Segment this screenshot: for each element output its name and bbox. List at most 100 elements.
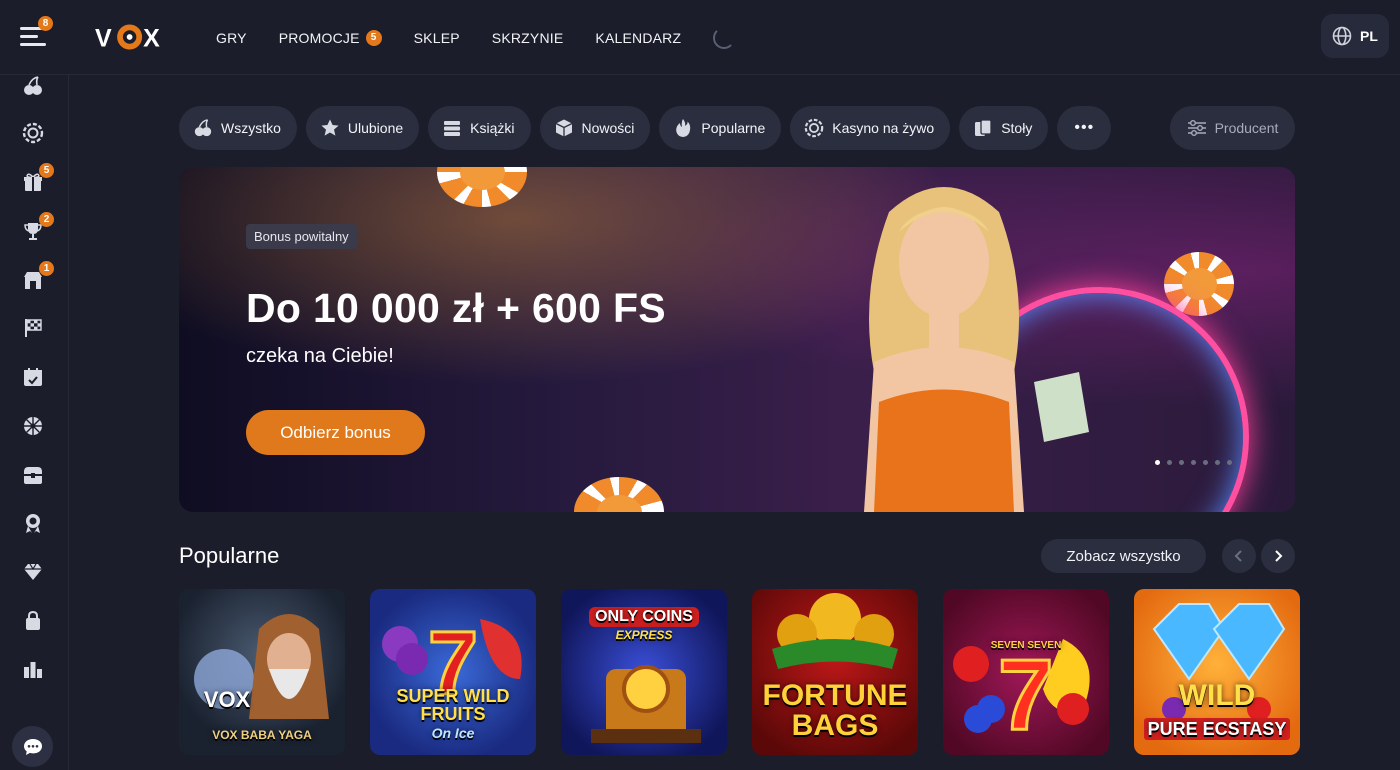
carousel-dot[interactable] [1191, 460, 1196, 465]
wheel-icon [24, 417, 42, 435]
game-tile[interactable]: FORTUNE BAGS [752, 589, 918, 755]
game-tile[interactable]: 7 SUPER WILD FRUITS On Ice [370, 589, 536, 755]
more-filters-button[interactable]: ••• [1057, 106, 1112, 150]
fire-icon [676, 119, 691, 137]
loading-spinner-icon [713, 26, 736, 49]
sidebar-item-achievements[interactable] [22, 512, 44, 534]
shop-badge: 1 [39, 261, 54, 276]
filter-new[interactable]: Nowości [539, 106, 651, 150]
sidebar-item-chests[interactable] [22, 464, 44, 486]
carousel-dot[interactable] [1215, 460, 1220, 465]
books-icon [444, 121, 461, 136]
sidebar-item-leaderboard[interactable] [22, 659, 44, 681]
game-title-text: VOX BABA YAGA [212, 728, 312, 742]
chevron-left-icon [1234, 550, 1242, 562]
filter-all-label: Wszystko [221, 120, 281, 136]
game-title: SUPER WILD FRUITS On Ice [370, 687, 536, 755]
game-title: ONLY COINS EXPRESS [589, 589, 699, 643]
sidebar-item-shop[interactable]: 1 [22, 261, 54, 291]
sidebar-item-store[interactable] [22, 610, 44, 632]
top-bar: 8 V X GRY PROMOCJE 5 SKLEP SKRZYNIE KALEN… [0, 0, 1400, 75]
see-all-button[interactable]: Zobacz wszystko [1041, 539, 1206, 573]
category-filters: Wszystko Ulubione Książki Nowości Popula… [179, 106, 1112, 150]
svg-text:X: X [143, 25, 161, 52]
filter-books-label: Książki [470, 120, 515, 136]
game-subtitle-text: EXPRESS [615, 628, 673, 642]
filter-new-label: Nowości [581, 120, 635, 136]
sidebar-item-calendar[interactable] [22, 366, 44, 388]
language-selector[interactable]: PL [1321, 14, 1389, 58]
game-tile[interactable]: WILD PURE ECSTASY [1134, 589, 1300, 755]
sidebar-item-races[interactable] [22, 317, 44, 339]
producer-filter-button[interactable]: Producent [1170, 106, 1295, 150]
carousel-dot[interactable] [1227, 460, 1232, 465]
game-tile[interactable]: VOX VOX BABA YAGA [179, 589, 345, 755]
carousel-prev-button[interactable] [1222, 539, 1256, 573]
game-tile[interactable]: ONLY COINS EXPRESS [561, 589, 727, 755]
gifts-badge: 5 [39, 163, 54, 178]
logo[interactable]: V X [95, 22, 170, 52]
filter-tables[interactable]: Stoły [959, 106, 1049, 150]
sidebar-item-wheel[interactable] [22, 415, 44, 437]
game-subtitle-text: PURE ECSTASY [1143, 718, 1291, 740]
filter-all[interactable]: Wszystko [179, 106, 297, 150]
poker-chip-decoration [437, 167, 527, 207]
nav-chests-label: SKRZYNIE [491, 29, 564, 46]
nav-games[interactable]: GRY [216, 30, 247, 46]
game-title: VOX VOX BABA YAGA [204, 689, 320, 755]
filter-popular[interactable]: Popularne [659, 106, 782, 150]
chat-button[interactable] [12, 726, 53, 767]
nav-shop-label: SKLEP [413, 29, 460, 46]
popular-games-row: VOX VOX BABA YAGA 7 SUPER WILD FRUITS On… [179, 589, 1300, 755]
nav-promotions[interactable]: PROMOCJE 5 [278, 29, 382, 46]
carousel-dot[interactable] [1203, 460, 1208, 465]
bonus-tag: Bonus powitalny [246, 224, 357, 249]
carousel-dots [1155, 460, 1232, 465]
sidebar-item-tournaments[interactable]: 2 [22, 212, 54, 242]
diamond-icon [24, 563, 42, 580]
chevron-right-icon [1275, 550, 1283, 562]
sidebar-item-vip[interactable] [22, 561, 44, 583]
filter-tables-label: Stoły [1001, 120, 1033, 136]
bag-icon [26, 610, 40, 630]
nav-shop[interactable]: SKLEP [414, 30, 460, 46]
sidebar-item-live-casino[interactable] [22, 122, 44, 144]
filter-favorites-label: Ulubione [347, 120, 404, 136]
carousel-dot[interactable] [1167, 460, 1172, 465]
carousel-next-button[interactable] [1261, 539, 1295, 573]
sliders-icon [1187, 120, 1206, 136]
sidebar-item-gifts[interactable]: 5 [22, 163, 54, 193]
carousel-dot[interactable] [1179, 460, 1184, 465]
filter-books[interactable]: Książki [428, 106, 531, 150]
nav-chests[interactable]: SKRZYNIE [492, 30, 564, 46]
section-title-popular: Popularne [179, 543, 280, 568]
cherries-icon [24, 76, 42, 95]
filter-live-casino[interactable]: Kasyno na żywo [790, 106, 951, 150]
filter-popular-label: Popularne [701, 120, 766, 136]
carousel-dot[interactable] [1155, 460, 1160, 465]
menu-icon[interactable]: 8 [20, 16, 53, 48]
claim-bonus-button[interactable]: Odbierz bonus [246, 410, 425, 455]
game-title-text: SUPER WILD FRUITS [396, 686, 510, 724]
cube-icon [555, 119, 572, 137]
filter-favorites[interactable]: Ulubione [305, 106, 420, 150]
banner-headline: Do 10 000 zł + 600 FS [246, 285, 666, 331]
promotions-badge: 5 [365, 29, 382, 46]
sidebar-item-slots[interactable] [22, 75, 44, 97]
main-nav: GRY PROMOCJE 5 SKLEP SKRZYNIE KALENDARZ [216, 0, 736, 75]
game-tile[interactable]: 7 SEVEN SEVEN [943, 589, 1109, 755]
game-title-text: FORTUNE [762, 679, 908, 712]
language-label: PL [1360, 28, 1378, 44]
vox-badge: VOX [203, 687, 251, 712]
promo-banner[interactable]: Bonus powitalny Do 10 000 zł + 600 FS cz… [179, 167, 1295, 512]
nav-games-label: GRY [216, 29, 247, 46]
chat-icon [23, 738, 42, 755]
leaderboard-icon [24, 662, 42, 678]
globe-icon [1332, 26, 1352, 46]
filter-live-casino-label: Kasyno na żywo [832, 120, 935, 136]
banner-subline: czeka na Ciebie! [246, 345, 394, 367]
nav-promotions-label: PROMOCJE [278, 29, 360, 46]
game-title-text: WILD [1178, 679, 1256, 712]
nav-calendar[interactable]: KALENDARZ [595, 30, 681, 46]
game-title-text: SEVEN SEVEN [990, 640, 1062, 651]
